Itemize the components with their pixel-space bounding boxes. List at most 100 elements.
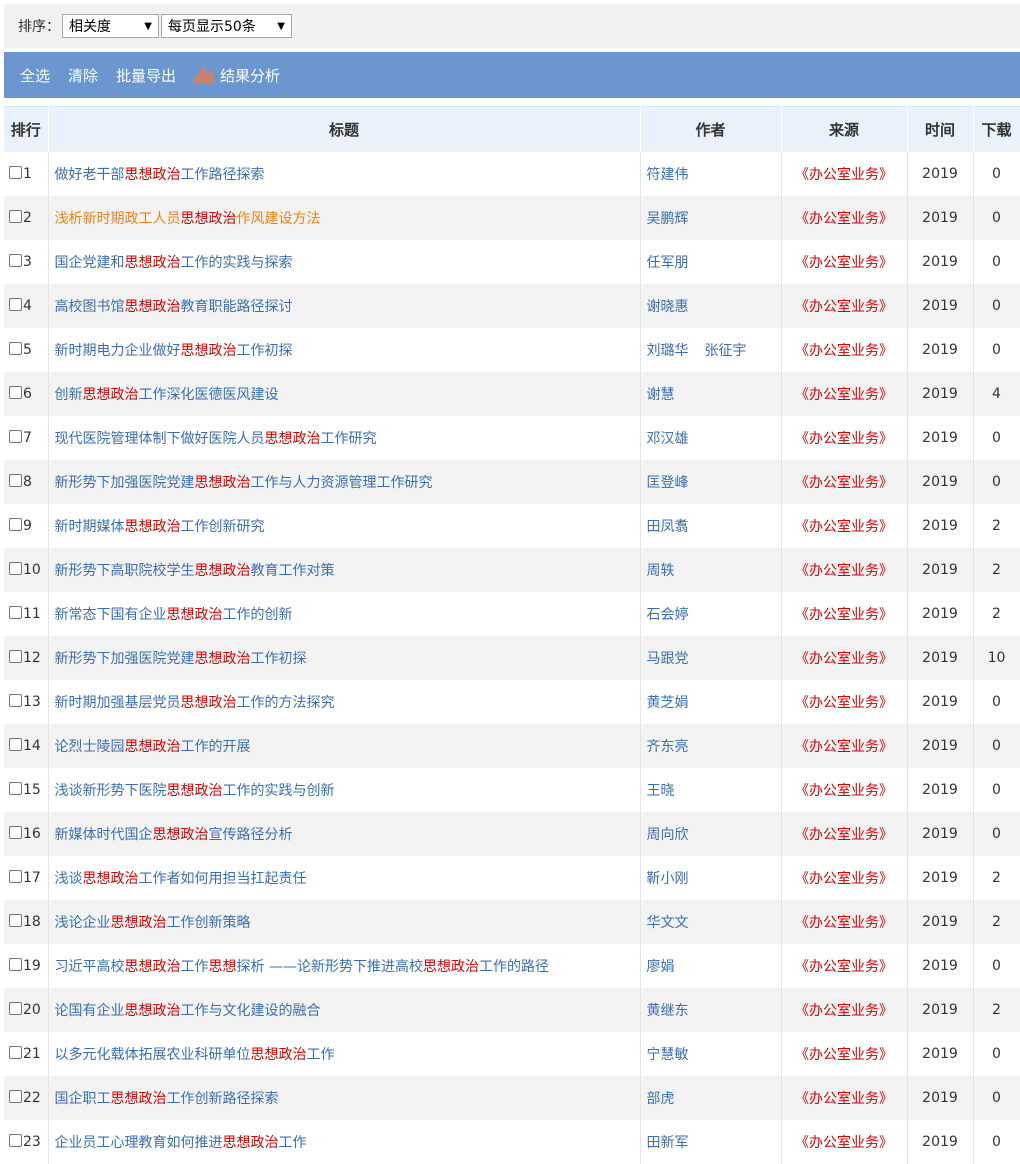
source-link[interactable]: 《办公室业务》: [781, 239, 908, 284]
source-link[interactable]: 《办公室业务》: [781, 723, 908, 768]
source-link[interactable]: 《办公室业务》: [781, 415, 908, 460]
title-link[interactable]: 新媒体时代国企思想政治宣传路径分析: [48, 811, 641, 856]
source-link[interactable]: 《办公室业务》: [781, 195, 908, 240]
source-link[interactable]: 《办公室业务》: [781, 767, 908, 812]
row-checkbox[interactable]: [9, 649, 22, 663]
source-link[interactable]: 《办公室业务》: [781, 811, 908, 856]
author-link[interactable]: 田凤翥: [647, 519, 689, 535]
author-link[interactable]: 周轶: [647, 563, 675, 579]
source-link[interactable]: 《办公室业务》: [781, 151, 908, 196]
title-link[interactable]: 现代医院管理体制下做好医院人员思想政治工作研究: [48, 415, 641, 460]
title-link[interactable]: 新时期电力企业做好思想政治工作初探: [48, 327, 641, 372]
source-link[interactable]: 《办公室业务》: [781, 987, 908, 1032]
row-checkbox[interactable]: [9, 913, 22, 927]
author-link[interactable]: 谢慧: [647, 387, 675, 403]
page-size-select[interactable]: 每页显示50条 ▼: [161, 14, 292, 38]
title-link[interactable]: 企业员工心理教育如何推进思想政治工作: [48, 1119, 641, 1164]
author-link[interactable]: 符建伟: [647, 167, 689, 183]
title-link[interactable]: 新形势下加强医院党建思想政治工作初探: [48, 635, 641, 680]
title-link[interactable]: 新常态下国有企业思想政治工作的创新: [48, 591, 641, 636]
row-checkbox[interactable]: [9, 517, 22, 531]
author-link[interactable]: 田新军: [647, 1135, 689, 1151]
author-link[interactable]: 靳小刚: [647, 871, 689, 887]
author-link[interactable]: 邓汉雄: [647, 431, 689, 447]
source-link[interactable]: 《办公室业务》: [781, 635, 908, 680]
row-checkbox[interactable]: [9, 341, 22, 355]
author-link[interactable]: 宁慧敏: [647, 1047, 689, 1063]
sort-order-select[interactable]: 相关度 ▼: [62, 14, 159, 38]
author-link[interactable]: 刘璐华: [647, 343, 689, 359]
author-link[interactable]: 华文文: [647, 915, 689, 931]
source-link[interactable]: 《办公室业务》: [781, 591, 908, 636]
title-link[interactable]: 国企职工思想政治工作创新路径探索: [48, 1075, 641, 1120]
column-header-title[interactable]: 标题: [48, 106, 641, 152]
row-checkbox[interactable]: [9, 957, 22, 971]
author-link[interactable]: 黄继东: [647, 1003, 689, 1019]
author-link[interactable]: 王晓: [647, 783, 675, 799]
row-checkbox[interactable]: [9, 1001, 22, 1015]
title-link[interactable]: 新形势下加强医院党建思想政治工作与人力资源管理工作研究: [48, 459, 641, 504]
author-link[interactable]: 谢晓惠: [647, 299, 689, 315]
batch-export-button[interactable]: 批量导出: [116, 65, 176, 86]
row-checkbox[interactable]: [9, 297, 22, 311]
source-link[interactable]: 《办公室业务》: [781, 327, 908, 372]
source-link[interactable]: 《办公室业务》: [781, 899, 908, 944]
row-checkbox[interactable]: [9, 561, 22, 575]
row-checkbox[interactable]: [9, 165, 22, 179]
author-link[interactable]: 部虎: [647, 1091, 675, 1107]
title-link[interactable]: 论烈士陵园思想政治工作的开展: [48, 723, 641, 768]
title-link[interactable]: 浅析新时期政工人员思想政治作风建设方法: [48, 195, 641, 240]
title-link[interactable]: 论国有企业思想政治工作与文化建设的融合: [48, 987, 641, 1032]
row-checkbox[interactable]: [9, 869, 22, 883]
title-link[interactable]: 浅谈新形势下医院思想政治工作的实践与创新: [48, 767, 641, 812]
source-link[interactable]: 《办公室业务》: [781, 503, 908, 548]
row-checkbox[interactable]: [9, 1089, 22, 1103]
title-link[interactable]: 国企党建和思想政治工作的实践与探索: [48, 239, 641, 284]
row-checkbox[interactable]: [9, 693, 22, 707]
source-link[interactable]: 《办公室业务》: [781, 1075, 908, 1120]
author-link[interactable]: 张征宇: [705, 343, 747, 359]
row-checkbox[interactable]: [9, 737, 22, 751]
title-link[interactable]: 新形势下高职院校学生思想政治教育工作对策: [48, 547, 641, 592]
row-checkbox[interactable]: [9, 605, 22, 619]
result-analysis-button[interactable]: 结果分析: [194, 65, 280, 86]
row-checkbox[interactable]: [9, 429, 22, 443]
source-link[interactable]: 《办公室业务》: [781, 283, 908, 328]
title-link[interactable]: 以多元化载体拓展农业科研单位思想政治工作: [48, 1031, 641, 1076]
title-link[interactable]: 创新思想政治工作深化医德医风建设: [48, 371, 641, 416]
source-link[interactable]: 《办公室业务》: [781, 459, 908, 504]
author-link[interactable]: 石会婷: [647, 607, 689, 623]
title-link[interactable]: 浅论企业思想政治工作创新策略: [48, 899, 641, 944]
row-checkbox[interactable]: [9, 385, 22, 399]
author-link[interactable]: 周向欣: [647, 827, 689, 843]
row-checkbox[interactable]: [9, 1045, 22, 1059]
column-header-downloads[interactable]: 下载: [973, 106, 1020, 152]
row-checkbox[interactable]: [9, 209, 22, 223]
title-link[interactable]: 习近平高校思想政治工作思想探析 ——论新形势下推进高校思想政治工作的路径: [48, 943, 641, 988]
row-checkbox[interactable]: [9, 253, 22, 267]
source-link[interactable]: 《办公室业务》: [781, 679, 908, 724]
title-link[interactable]: 新时期媒体思想政治工作创新研究: [48, 503, 641, 548]
column-header-year[interactable]: 时间: [907, 106, 974, 152]
row-checkbox[interactable]: [9, 473, 22, 487]
author-link[interactable]: 马跟党: [647, 651, 689, 667]
title-link[interactable]: 新时期加强基层党员思想政治工作的方法探究: [48, 679, 641, 724]
column-header-rank[interactable]: 排行: [4, 106, 49, 152]
row-checkbox[interactable]: [9, 781, 22, 795]
author-link[interactable]: 黄芝娟: [647, 695, 689, 711]
column-header-author[interactable]: 作者: [640, 106, 782, 152]
title-link[interactable]: 浅谈思想政治工作者如何用担当扛起责任: [48, 855, 641, 900]
title-link[interactable]: 做好老干部思想政治工作路径探索: [48, 151, 641, 196]
title-link[interactable]: 高校图书馆思想政治教育职能路径探讨: [48, 283, 641, 328]
select-all-button[interactable]: 全选: [20, 65, 50, 86]
source-link[interactable]: 《办公室业务》: [781, 1031, 908, 1076]
author-link[interactable]: 廖娟: [647, 959, 675, 975]
author-link[interactable]: 齐东亮: [647, 739, 689, 755]
clear-button[interactable]: 清除: [68, 65, 98, 86]
row-checkbox[interactable]: [9, 825, 22, 839]
author-link[interactable]: 匡登峰: [647, 475, 689, 491]
author-link[interactable]: 任军朋: [647, 255, 689, 271]
source-link[interactable]: 《办公室业务》: [781, 1119, 908, 1164]
source-link[interactable]: 《办公室业务》: [781, 943, 908, 988]
column-header-source[interactable]: 来源: [781, 106, 908, 152]
